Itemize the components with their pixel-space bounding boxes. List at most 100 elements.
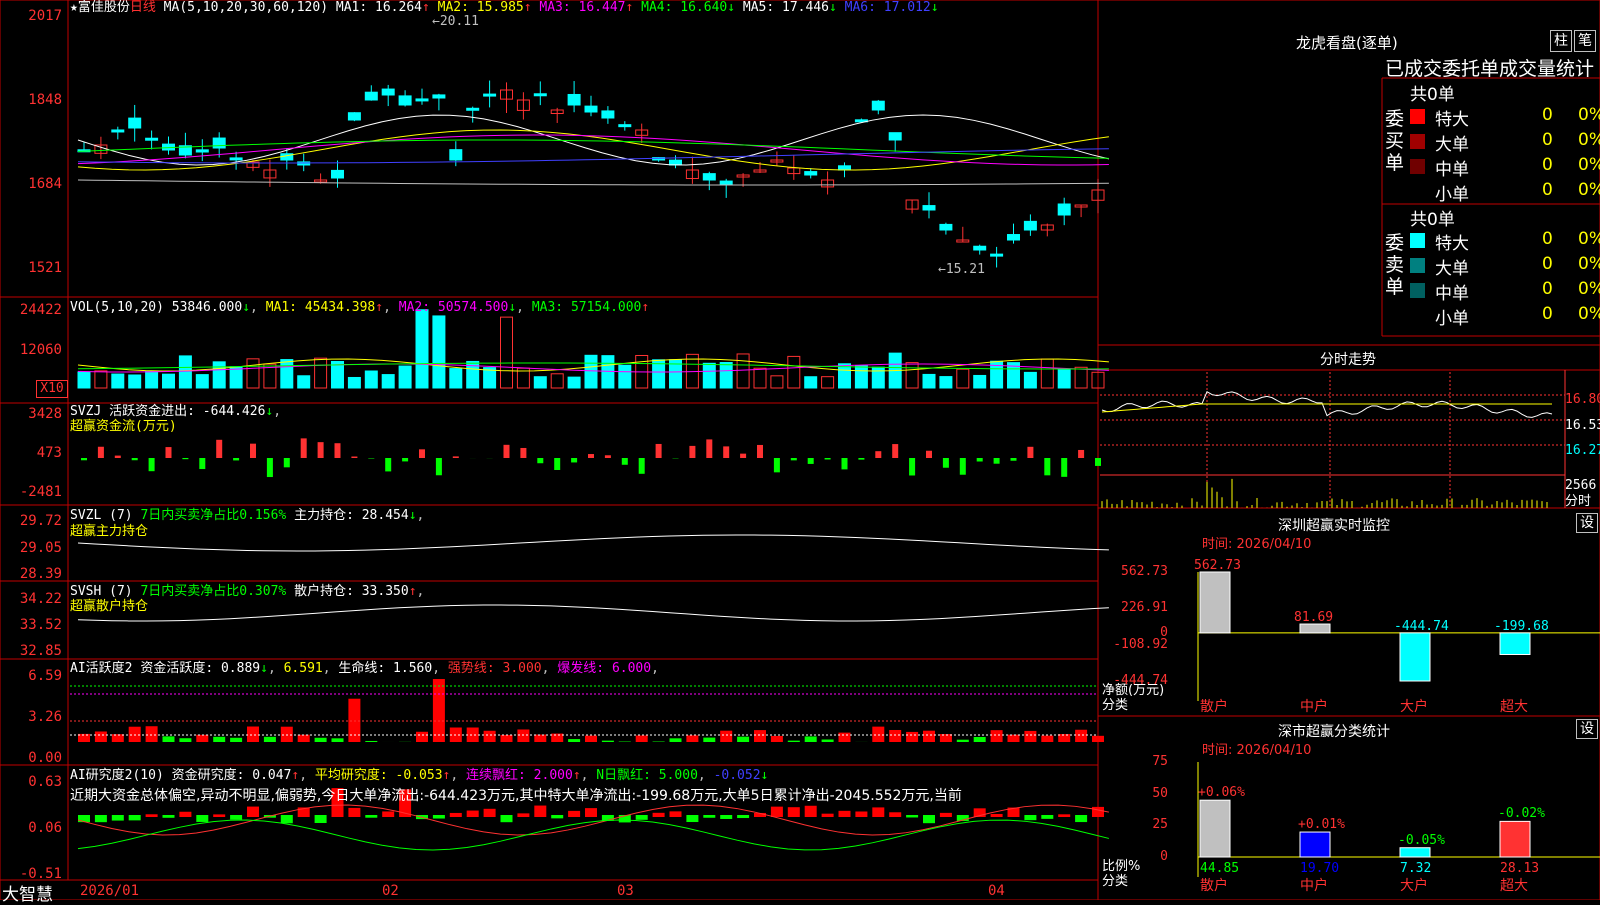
research-bar xyxy=(163,815,175,818)
volume-bar xyxy=(450,369,462,388)
sz-monitor-y-tick: -444.74 xyxy=(1102,673,1168,688)
research-bar xyxy=(686,815,698,822)
low-marker: ←15.21 xyxy=(938,262,985,277)
sz-monitor-bar-label: 81.69 xyxy=(1294,610,1333,625)
flow-bar xyxy=(1027,447,1033,458)
y-tick-svzj-0: 3428 xyxy=(0,406,62,422)
ma4-line xyxy=(78,140,1109,158)
sz-monitor-bar-0 xyxy=(1200,572,1230,633)
volume-bar xyxy=(146,371,158,388)
flow-bar xyxy=(1061,458,1067,477)
research-bar xyxy=(129,815,141,820)
chart-canvas[interactable] xyxy=(0,0,1600,900)
ma1-value: MA1: 16.264 xyxy=(336,0,422,15)
research-bar xyxy=(517,813,529,817)
stock-name[interactable]: ★富佳股份 xyxy=(70,0,130,15)
activity-bar xyxy=(686,735,698,742)
research-bar xyxy=(703,815,715,818)
ai2-title: AI研究度2(10) xyxy=(70,768,164,783)
flow-bar xyxy=(199,458,205,469)
flow-bar xyxy=(571,458,577,462)
research-bar xyxy=(501,815,513,822)
order-color-swatch xyxy=(1410,308,1425,323)
activity-bar xyxy=(179,738,191,742)
sz-monitor-y-tick: 226.91 xyxy=(1102,600,1168,615)
sz-class-value: 19.70 xyxy=(1300,861,1339,876)
y-tick-svsh-0: 34.22 xyxy=(0,591,62,607)
ai2-label3: 连续飘红: 2.000 xyxy=(466,768,573,783)
activity-bar xyxy=(365,741,377,742)
flow-bar xyxy=(858,458,864,460)
tick-mode-button[interactable]: 笔 xyxy=(1574,30,1596,52)
volume-bar xyxy=(399,366,411,388)
svsh-label1: 7日内买卖净占比0.307% xyxy=(140,584,286,599)
candle-body xyxy=(416,99,428,101)
ma6-line xyxy=(78,149,1109,163)
flow-bar xyxy=(1044,458,1050,475)
activity-bar xyxy=(517,729,529,742)
svzl-label1: 7日内买卖净占比0.156% xyxy=(140,508,286,523)
flow-bar xyxy=(994,458,1000,464)
flow-bar xyxy=(926,451,932,458)
sz-monitor-y-tick: 562.73 xyxy=(1102,564,1168,579)
sz-monitor-settings-button[interactable]: 设 xyxy=(1576,513,1598,533)
volume-bar xyxy=(703,363,715,388)
vol-ma2: MA2: 50574.500 xyxy=(399,300,509,315)
volume-bar xyxy=(163,374,175,388)
sz-class-settings-button[interactable]: 设 xyxy=(1576,719,1598,739)
candle-body xyxy=(196,150,208,152)
activity-bar xyxy=(670,738,682,742)
flow-bar xyxy=(182,458,188,459)
sz-class-value: 7.32 xyxy=(1400,861,1431,876)
flow-bar xyxy=(267,458,273,477)
candle-body xyxy=(585,106,597,112)
volume-bar xyxy=(1058,370,1070,388)
candle-body xyxy=(619,125,631,127)
flow-bar xyxy=(250,444,256,458)
activity-bar xyxy=(602,741,614,742)
research-bar xyxy=(737,815,749,818)
research-bar xyxy=(872,807,884,817)
flow-bar xyxy=(419,449,425,458)
svsh-title: SVSH (7) xyxy=(70,584,133,599)
activity-bar xyxy=(467,727,479,742)
candle-body xyxy=(974,246,986,250)
y-tick-svsh-2: 32.85 xyxy=(0,643,62,659)
sz-class-value: 44.85 xyxy=(1200,861,1239,876)
period-label[interactable]: 日线 xyxy=(130,0,156,15)
ai2-label5: -0.052 xyxy=(714,768,761,783)
order-percent: 0% xyxy=(1578,155,1600,175)
svsh-sub: 超赢散户持仓 xyxy=(70,599,148,614)
sz-class-category: 中户 xyxy=(1300,879,1328,894)
volume-bar xyxy=(551,374,563,388)
volume-bar xyxy=(315,358,327,388)
sz-class-delta: -0.05% xyxy=(1398,833,1445,848)
flow-bar xyxy=(892,444,898,458)
ma5-value: MA5: 17.446 xyxy=(743,0,829,15)
sz-monitor-bar-label: -199.68 xyxy=(1494,619,1549,634)
vol-unit-box: X10 xyxy=(36,380,68,398)
y-tick-svzl-1: 29.05 xyxy=(0,540,62,556)
activity-bar xyxy=(568,739,580,742)
activity-bar xyxy=(264,737,276,742)
order-count: 0 xyxy=(1542,155,1553,175)
volume-bar xyxy=(247,359,259,388)
flow-bar xyxy=(960,458,966,475)
volume-bar xyxy=(501,317,513,388)
y-tick-ai2-1: 0.06 xyxy=(0,820,62,836)
research-bar xyxy=(906,815,918,817)
candle-body xyxy=(534,94,546,96)
ma-params: MA(5,10,20,30,60,120) xyxy=(164,0,328,15)
volume-bar xyxy=(112,374,124,388)
order-type: 中单 xyxy=(1435,279,1469,304)
flow-bar xyxy=(1095,458,1101,466)
flow-bar xyxy=(791,458,797,460)
order-percent: 0% xyxy=(1578,229,1600,249)
column-mode-button[interactable]: 柱 xyxy=(1550,30,1572,52)
ai1-label5: 爆发线: 6.000 xyxy=(557,661,651,676)
order-type: 特大 xyxy=(1435,229,1469,254)
ai1-label2: 6.591 xyxy=(284,661,323,676)
order-count: 0 xyxy=(1542,304,1553,324)
vol-value: 53846.000 xyxy=(172,300,242,315)
order-type: 大单 xyxy=(1435,130,1469,155)
